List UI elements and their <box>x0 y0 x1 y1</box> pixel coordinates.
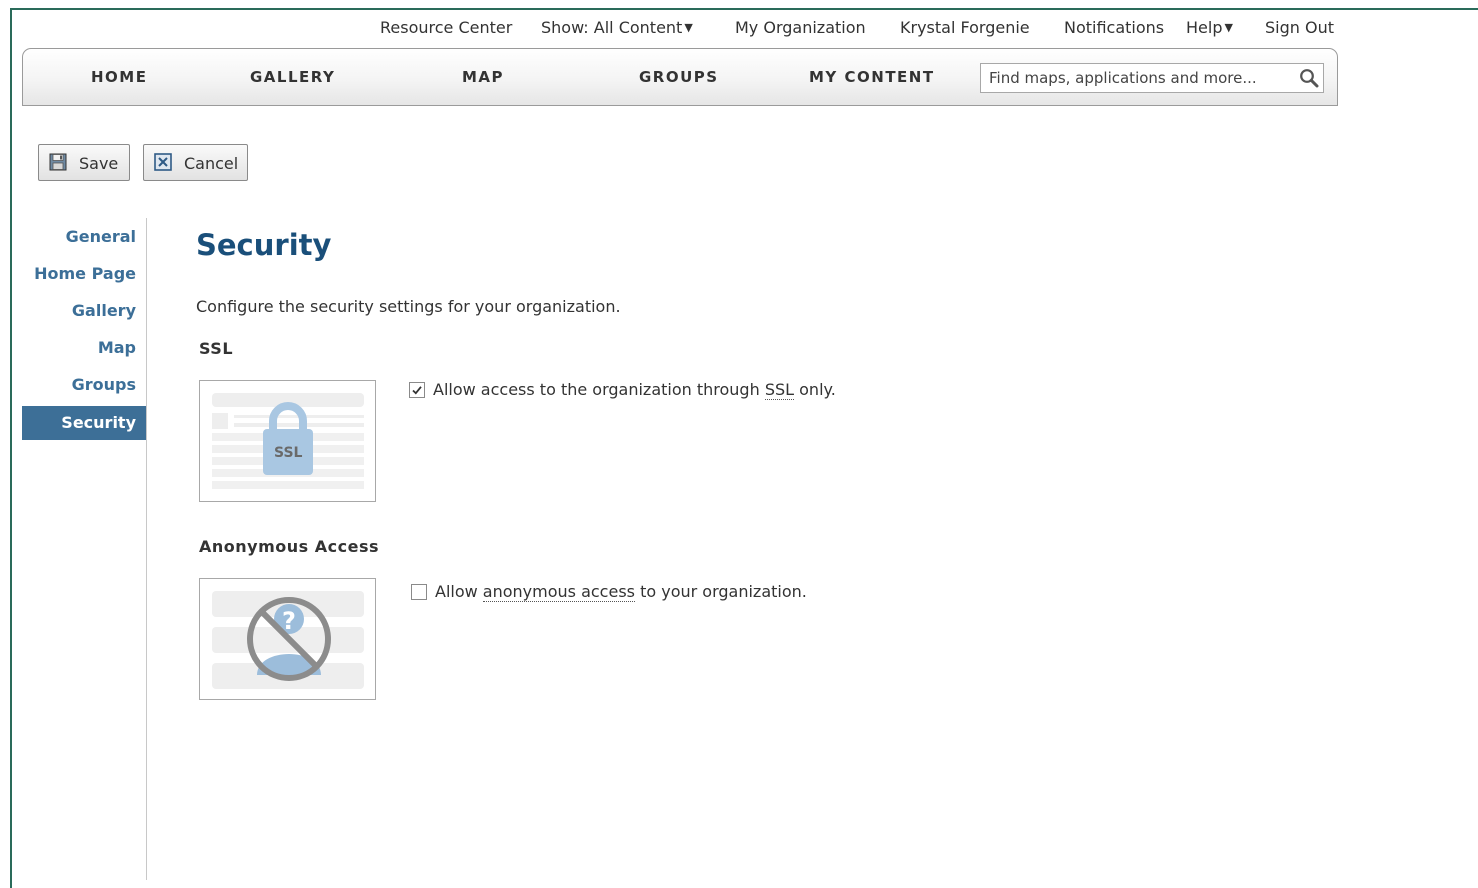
search-input[interactable] <box>981 64 1293 92</box>
page-description: Configure the security settings for your… <box>196 297 621 316</box>
ssl-option-text-start: Allow access to the organization through <box>433 380 765 399</box>
nav-my-content[interactable]: MY CONTENT <box>809 68 935 86</box>
sidebar-item-gallery[interactable]: Gallery <box>22 294 146 328</box>
show-content-label: Show: All Content <box>541 18 683 37</box>
cancel-x-icon <box>154 153 172 171</box>
anonymous-access-term: anonymous access <box>482 582 635 602</box>
nav-map[interactable]: MAP <box>462 68 504 86</box>
ssl-abbreviation: SSL <box>764 380 795 400</box>
settings-sidebar: General Home Page Gallery Map Groups Sec… <box>22 218 147 880</box>
sidebar-item-map[interactable]: Map <box>22 331 146 365</box>
search-icon[interactable] <box>1299 68 1319 88</box>
nav-groups[interactable]: GROUPS <box>639 68 719 86</box>
cancel-label: Cancel <box>184 154 239 173</box>
caret-down-icon: ▼ <box>1224 21 1233 34</box>
ssl-only-label[interactable]: Allow access to the organization through… <box>433 380 836 400</box>
my-organization-link[interactable]: My Organization <box>735 18 866 37</box>
anonymous-option-text-end: to your organization. <box>635 582 807 601</box>
sidebar-item-security[interactable]: Security <box>22 406 146 440</box>
caret-down-icon: ▼ <box>684 21 693 34</box>
no-anonymous-user-icon: ? <box>212 591 364 689</box>
show-content-dropdown[interactable]: Show: All Content ▼ <box>541 18 693 37</box>
ssl-lock-illustration <box>212 393 364 489</box>
ssl-thumbnail-label: SSL <box>274 445 303 461</box>
save-label: Save <box>79 154 119 173</box>
help-dropdown[interactable]: Help ▼ <box>1186 18 1233 37</box>
user-name-link[interactable]: Krystal Forgenie <box>900 18 1030 37</box>
top-utility-links: Resource Center Show: All Content ▼ My Or… <box>0 18 1340 40</box>
anonymous-access-heading: Anonymous Access <box>199 537 379 556</box>
sidebar-item-groups[interactable]: Groups <box>22 368 146 402</box>
ssl-option-text-end: only. <box>794 380 836 399</box>
anonymous-access-thumbnail: ? <box>199 578 376 700</box>
help-label: Help <box>1186 18 1223 37</box>
ssl-heading: SSL <box>199 339 234 358</box>
sidebar-item-home-page[interactable]: Home Page <box>22 257 146 291</box>
anonymous-access-checkbox[interactable] <box>411 584 427 600</box>
sign-out-link[interactable]: Sign Out <box>1265 18 1334 37</box>
floppy-disk-icon <box>49 153 67 171</box>
resource-center-link[interactable]: Resource Center <box>380 18 512 37</box>
anonymous-option-text-start: Allow <box>435 582 483 601</box>
anonymous-access-label[interactable]: Allow anonymous access to your organizat… <box>435 582 807 602</box>
nav-home[interactable]: HOME <box>91 68 147 86</box>
main-nav-bar: HOME GALLERY MAP GROUPS MY CONTENT <box>22 48 1338 106</box>
cancel-button[interactable]: Cancel <box>143 144 248 181</box>
nav-gallery[interactable]: GALLERY <box>250 68 335 86</box>
search-box <box>980 63 1324 93</box>
sidebar-item-general[interactable]: General <box>22 220 146 254</box>
ssl-only-checkbox[interactable] <box>409 382 425 398</box>
notifications-link[interactable]: Notifications <box>1064 18 1164 37</box>
ssl-thumbnail: SSL <box>199 380 376 502</box>
checkmark-icon <box>412 386 422 395</box>
page-title: Security <box>196 228 332 262</box>
save-button[interactable]: Save <box>38 144 130 181</box>
